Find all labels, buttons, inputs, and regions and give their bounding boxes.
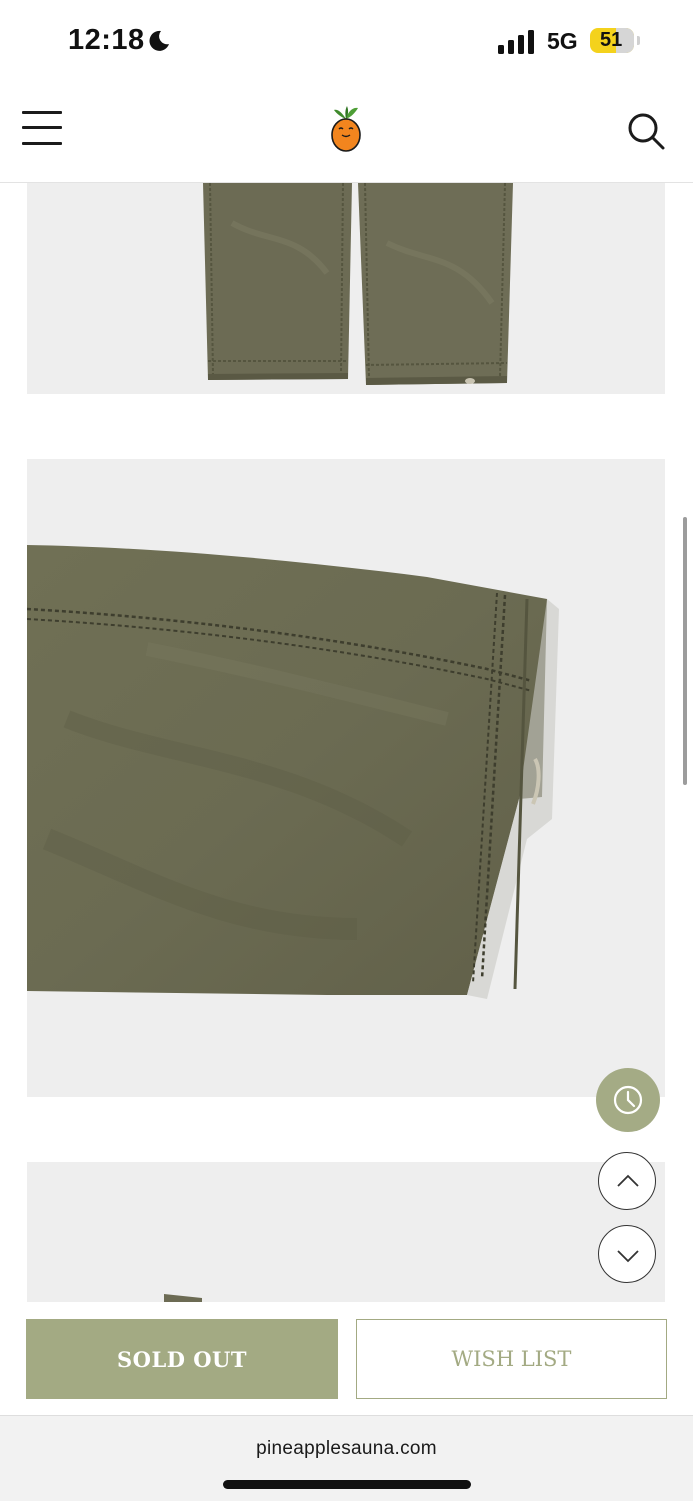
battery-level: 51 — [600, 29, 623, 51]
product-image-pants-legs[interactable] — [27, 183, 665, 394]
url-text[interactable]: pineapplesauna.com — [0, 1438, 693, 1460]
product-image-leg-closeup[interactable] — [27, 459, 665, 1097]
site-header — [0, 80, 693, 183]
battery-tip — [637, 36, 640, 45]
wish-list-button[interactable]: WISH LIST — [356, 1319, 667, 1399]
scroll-indicator[interactable] — [683, 517, 687, 785]
network-type: 5G — [547, 28, 578, 54]
product-image-partial[interactable] — [27, 1162, 665, 1302]
home-indicator — [223, 1480, 471, 1489]
recently-viewed-clock-icon — [613, 1085, 643, 1115]
pineapple-logo[interactable] — [328, 105, 364, 153]
battery-icon: 51 — [590, 28, 634, 53]
hamburger-menu-icon[interactable] — [22, 109, 62, 149]
recently-viewed-button[interactable] — [596, 1068, 660, 1132]
scroll-up-chevron-icon — [617, 1174, 639, 1187]
status-bar: 12:18 5G 51 — [0, 0, 693, 80]
product-gallery — [0, 183, 693, 1317]
status-time: 12:18 — [68, 24, 145, 56]
signal-icon — [498, 30, 534, 54]
scroll-up-button[interactable] — [598, 1152, 656, 1210]
search-icon[interactable] — [626, 111, 666, 151]
moon-icon — [149, 30, 169, 51]
product-action-bar: SOLD OUT WISH LIST — [0, 1302, 693, 1415]
scroll-down-button[interactable] — [598, 1225, 656, 1283]
browser-address-bar[interactable]: pineapplesauna.com — [0, 1415, 693, 1501]
sold-out-button[interactable]: SOLD OUT — [26, 1319, 338, 1399]
scroll-down-chevron-icon — [617, 1250, 639, 1263]
